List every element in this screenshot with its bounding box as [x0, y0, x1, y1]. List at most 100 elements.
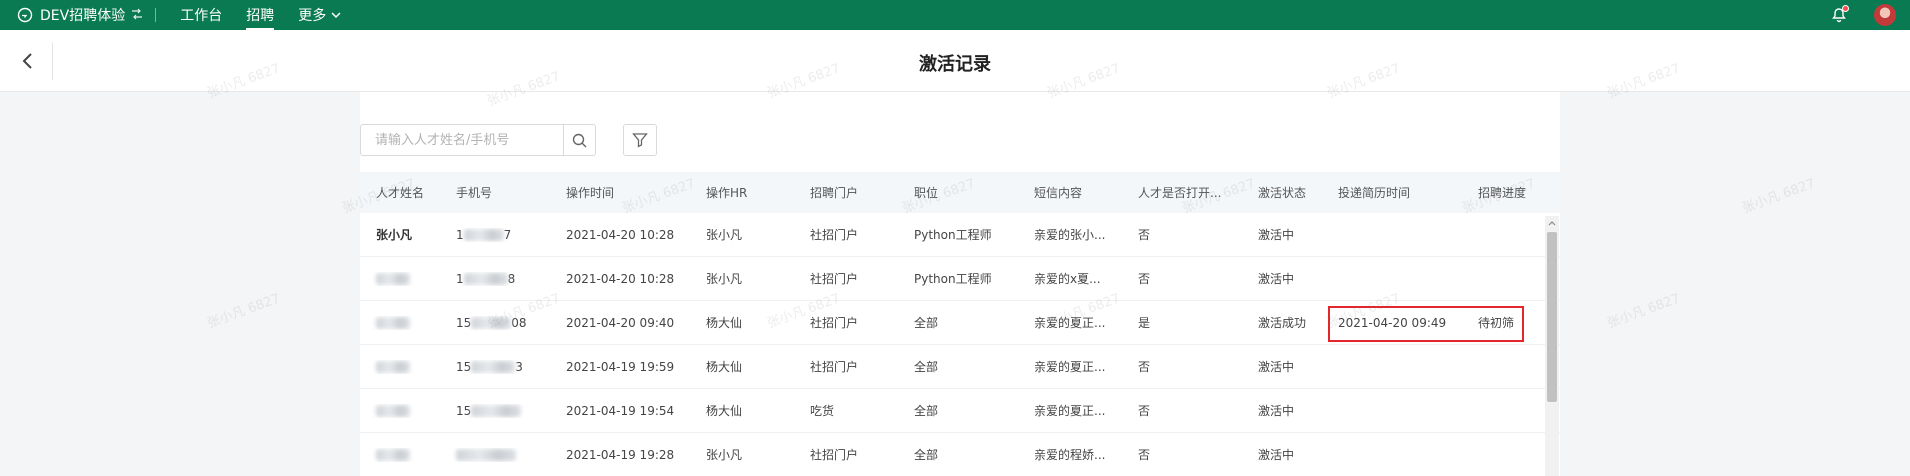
phone-cell: 18 [440, 272, 550, 286]
opened-cell: 是 [1138, 316, 1151, 330]
operator-hr-cell: 张小凡 [706, 272, 743, 286]
talent-name-cell[interactable] [360, 448, 440, 462]
blurred-name [376, 361, 410, 373]
recruit-portal-cell: 社招门户 [810, 316, 859, 330]
blurred-phone [471, 317, 512, 329]
activation-status-cell: 激活中 [1258, 404, 1295, 418]
position-cell: 全部 [914, 404, 939, 418]
position-cell: 全部 [914, 316, 939, 330]
app-logo-icon[interactable] [16, 6, 34, 24]
column-header[interactable]: 人才姓名 [360, 184, 440, 201]
phone-prefix: 1 [456, 227, 464, 242]
activation-status-cell: 激活中 [1258, 448, 1295, 462]
nav-item-more[interactable]: 更多 [298, 0, 342, 31]
column-header[interactable]: 招聘门户 [794, 184, 898, 201]
filter-icon [632, 133, 648, 148]
opened-cell: 否 [1138, 228, 1151, 242]
table-row[interactable]: 1 8 2021-04-20 10:28 张小凡 社招门户 Python工程师 亲爱的x夏.… [360, 257, 1560, 301]
operator-hr-cell: 张小凡 [706, 448, 743, 462]
activation-status-cell: 激活中 [1258, 228, 1295, 242]
search-button[interactable] [563, 125, 595, 155]
scroll-up-arrow-icon[interactable] [1545, 216, 1559, 230]
table-body: 张小凡 1 7 2021-04-20 10:28 张小凡 社招门户 Python工程师 亲爱的… [360, 213, 1560, 476]
search-input[interactable] [361, 125, 563, 155]
operator-hr-cell: 杨大仙 [706, 404, 743, 418]
phone-suffix: 08 [511, 315, 527, 330]
position-cell: Python工程师 [914, 272, 992, 286]
user-avatar[interactable] [1874, 4, 1896, 26]
activation-status-cell: 激活中 [1258, 360, 1295, 374]
blurred-phone [456, 449, 516, 461]
column-header[interactable]: 职位 [898, 184, 1018, 201]
column-header[interactable]: 人才是否打开... [1122, 184, 1242, 201]
nav-item-workbench[interactable]: 工作台 [180, 0, 222, 31]
talent-name-cell[interactable] [360, 316, 440, 330]
talent-name-cell[interactable]: 张小凡 [360, 226, 440, 243]
column-header[interactable]: 操作HR [690, 184, 794, 201]
phone-cell: 15 3 [440, 360, 550, 374]
column-header[interactable]: 手机号 [440, 184, 550, 201]
operation-time-cell: 2021-04-20 10:28 [566, 271, 675, 286]
search-box [360, 124, 596, 156]
watermark-text: 张小凡 6827 [1740, 176, 1818, 217]
activation-record-table: 人才姓名 手机号 操作时间 操作HR 招聘门户 职位 短信内容 人才是否打开..… [360, 172, 1560, 476]
position-cell: Python工程师 [914, 228, 992, 242]
blurred-name [376, 449, 410, 461]
recruit-portal-cell: 社招门户 [810, 272, 859, 286]
sms-content-cell[interactable]: 亲爱的张小... [1018, 226, 1122, 243]
blurred-name [376, 317, 410, 329]
column-header[interactable]: 短信内容 [1018, 184, 1122, 201]
talent-name-cell[interactable] [360, 360, 440, 374]
column-header[interactable]: 激活状态 [1242, 184, 1322, 201]
main-panel: 人才姓名 手机号 操作时间 操作HR 招聘门户 职位 短信内容 人才是否打开..… [360, 92, 1560, 476]
table-row[interactable]: 15 2021-04-19 19:54 杨大仙 吃货 全部 亲爱的夏正... 否 激活中 [360, 389, 1560, 433]
blurred-name [376, 273, 410, 285]
sms-content-cell[interactable]: 亲爱的夏正... [1018, 402, 1122, 419]
blurred-phone [463, 273, 508, 285]
switch-app-icon[interactable] [131, 8, 143, 23]
talent-name-cell[interactable] [360, 404, 440, 418]
operation-time-cell: 2021-04-19 19:59 [566, 359, 675, 374]
sms-content-cell[interactable]: 亲爱的夏正... [1018, 314, 1122, 331]
phone-cell: 17 [440, 228, 550, 242]
page-title: 激活记录 [919, 54, 991, 75]
phone-cell: 15 [440, 404, 550, 418]
watermark-text: 张小凡 6827 [205, 291, 283, 332]
column-header[interactable]: 投递简历时间 [1322, 184, 1462, 201]
recruit-portal-cell: 吃货 [810, 404, 835, 418]
scrollbar-thumb[interactable] [1547, 232, 1557, 402]
opened-cell: 否 [1138, 272, 1151, 286]
table-row[interactable]: 15 08 2021-04-20 09:40 杨大仙 社招门户 全部 亲爱的夏正... 是激活… [360, 301, 1560, 345]
talent-name[interactable]: 张小凡 [376, 228, 412, 242]
apply-time-cell: 2021-04-20 09:49 [1338, 315, 1447, 330]
table-scrollbar[interactable] [1545, 216, 1559, 476]
opened-cell: 否 [1138, 404, 1151, 418]
nav-divider [155, 8, 157, 22]
table-row[interactable]: 2021-04-19 19:28 张小凡 社招门户 全部 亲爱的程娇... 否 激活中 [360, 433, 1560, 476]
operation-time-cell: 2021-04-20 09:40 [566, 315, 675, 330]
phone-cell [440, 448, 550, 462]
nav-item-more-label: 更多 [298, 8, 327, 24]
operation-time-cell: 2021-04-20 10:28 [566, 227, 675, 242]
table-row[interactable]: 15 3 2021-04-19 19:59 杨大仙 社招门户 全部 亲爱的夏正... 否 激活中 [360, 345, 1560, 389]
blurred-phone [471, 361, 516, 373]
app-title[interactable]: DEV招聘体验 [40, 5, 125, 25]
operator-hr-cell: 杨大仙 [706, 360, 743, 374]
column-header[interactable]: 招聘进度 [1462, 184, 1542, 201]
sms-content-cell[interactable]: 亲爱的x夏... [1018, 270, 1122, 287]
column-header[interactable]: 操作时间 [550, 184, 690, 201]
table-header: 人才姓名 手机号 操作时间 操作HR 招聘门户 职位 短信内容 人才是否打开..… [360, 172, 1560, 213]
opened-cell: 否 [1138, 360, 1151, 374]
operation-time-cell: 2021-04-19 19:54 [566, 403, 675, 418]
sms-content-cell[interactable]: 亲爱的程娇... [1018, 446, 1122, 463]
recruit-portal-cell: 社招门户 [810, 360, 859, 374]
phone-suffix: 7 [503, 227, 512, 242]
phone-suffix: 8 [507, 271, 516, 286]
filter-button[interactable] [623, 124, 657, 156]
nav-item-recruit[interactable]: 招聘 [246, 0, 275, 31]
table-row[interactable]: 张小凡 1 7 2021-04-20 10:28 张小凡 社招门户 Python工程师 亲爱的… [360, 213, 1560, 257]
notification-bell-icon[interactable] [1828, 4, 1850, 26]
activation-status-cell: 激活中 [1258, 272, 1295, 286]
talent-name-cell[interactable] [360, 272, 440, 286]
sms-content-cell[interactable]: 亲爱的夏正... [1018, 358, 1122, 375]
